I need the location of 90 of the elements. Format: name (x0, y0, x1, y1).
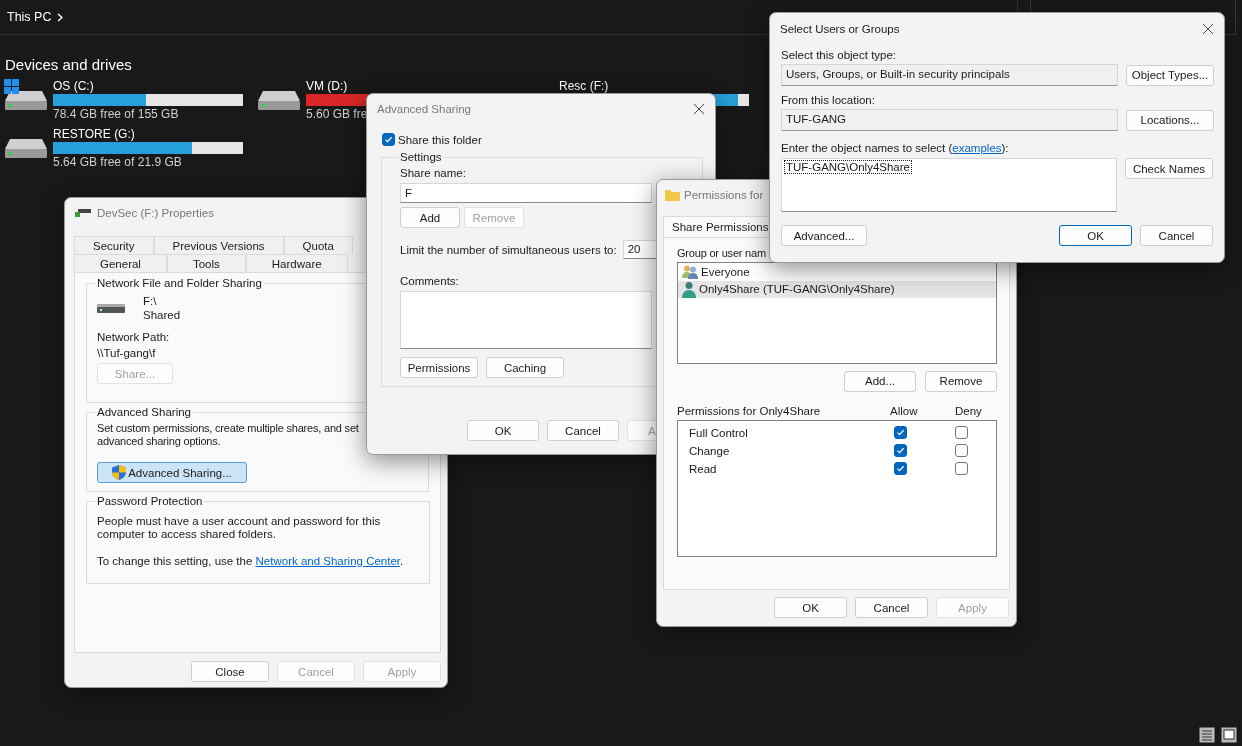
users-icon (682, 264, 698, 281)
dialog-button[interactable]: Cancel (547, 420, 619, 441)
group-title: Settings (399, 151, 443, 163)
advanced-button[interactable]: Advanced... (781, 225, 867, 246)
share-path: F:\ (143, 295, 158, 307)
button[interactable]: Add (400, 207, 460, 228)
network-path-label: Network Path: (97, 331, 171, 343)
dialog-button[interactable]: OK (774, 597, 847, 618)
user-icon (682, 280, 696, 298)
check-icon (384, 135, 393, 144)
group-title: Network File and Folder Sharing (96, 277, 263, 289)
description: Set custom permissions, create multiple shares, and set advanced sharing options. (97, 422, 360, 448)
allow-checkbox[interactable] (894, 462, 907, 476)
drive-free-space: 5.64 GB free of 21.9 GB (53, 155, 182, 169)
chevron-icon[interactable] (57, 12, 64, 22)
tab[interactable]: Quota (283, 236, 353, 254)
advanced-sharing-button[interactable]: Advanced Sharing... (97, 462, 247, 483)
field-label: Select this object type: (781, 49, 898, 61)
drive-name[interactable]: OS (C:) (53, 79, 94, 93)
hard-drive-icon (257, 90, 301, 111)
checkbox-label: Share this folder (398, 133, 482, 146)
window-title: Permissions for (684, 189, 764, 201)
field-label: Comments: (400, 275, 460, 287)
drive-icon (97, 302, 125, 314)
field-label: Limit the number of simultaneous users to: (400, 243, 617, 256)
object-type-field: Users, Groups, or Built-in security principals (781, 64, 1118, 86)
allow-checkbox[interactable] (894, 444, 907, 458)
close-icon[interactable] (693, 103, 705, 115)
system-drive-icon (4, 79, 48, 111)
tab[interactable]: Previous Versions (153, 236, 284, 254)
description: To change this setting, use the Network and Sharing Center. (97, 555, 405, 568)
ok-button[interactable]: OK (1059, 225, 1132, 246)
list-item[interactable]: Everyone (678, 263, 996, 281)
description: People must have a user account and password for this computer to access shared folders. (97, 515, 382, 541)
tab[interactable]: General (74, 254, 167, 272)
permission-name: Full Control (689, 426, 749, 439)
share-status: Shared (143, 309, 181, 321)
column-header: Deny (955, 404, 982, 417)
cancel-button[interactable]: Cancel (1140, 225, 1213, 246)
details-view-icon[interactable] (1199, 727, 1215, 743)
window-title: Select Users or Groups (780, 23, 900, 35)
typed-name: TUF-GANG\Only4Share (784, 160, 912, 174)
field-label: From this location: (781, 94, 876, 106)
location-field: TUF-GANG (781, 109, 1118, 131)
group-title: Password Protection (96, 495, 204, 507)
window-title: Advanced Sharing (377, 103, 471, 115)
column-header: Allow (890, 404, 919, 417)
button[interactable]: Permissions (400, 357, 478, 378)
object-names-field[interactable]: TUF-GANG\Only4Share (781, 158, 1117, 212)
checkbox[interactable] (382, 133, 395, 146)
close-icon[interactable] (1202, 23, 1214, 35)
network-path: \\Tuf-gang\f (97, 347, 157, 359)
locations-button[interactable]: Locations... (1126, 109, 1214, 131)
group-title: Advanced Sharing (96, 406, 192, 418)
allow-checkbox[interactable] (894, 426, 907, 440)
drive-name[interactable]: RESTORE (G:) (53, 127, 135, 141)
link[interactable]: examples (952, 142, 1002, 154)
button[interactable]: Remove (925, 370, 997, 392)
share-name-field[interactable]: F (400, 183, 652, 203)
list-item[interactable]: Only4Share (TUF-GANG\Only4Share) (678, 280, 996, 298)
hard-drive-icon (4, 138, 48, 159)
deny-checkbox[interactable] (955, 444, 968, 458)
permission-name: Change (689, 444, 731, 457)
check-names-button[interactable]: Check Names (1125, 158, 1213, 179)
tab[interactable]: Hardware (245, 254, 348, 272)
folder-icon (665, 189, 680, 201)
object-types-button[interactable]: Object Types... (1126, 64, 1214, 86)
deny-checkbox[interactable] (955, 426, 968, 440)
link[interactable]: Network and Sharing Center (255, 555, 400, 567)
drive-icon (75, 208, 91, 218)
breadcrumb[interactable]: This PC (7, 10, 52, 24)
button[interactable]: Caching (486, 357, 564, 378)
drive-name[interactable]: VM (D:) (306, 79, 348, 93)
tab[interactable]: Tools (166, 254, 246, 272)
comments-field[interactable] (400, 291, 652, 349)
tab[interactable]: Security (74, 236, 154, 254)
dialog-button[interactable]: OK (467, 420, 539, 441)
window-title: DevSec (F:) Properties (97, 207, 214, 219)
permission-name: Read (689, 462, 718, 475)
dialog-button[interactable]: Cancel (855, 597, 928, 618)
deny-checkbox[interactable] (955, 462, 968, 476)
dialog-button[interactable]: Close (191, 661, 269, 682)
list-label: Permissions for Only4Share (677, 404, 822, 417)
drive-name[interactable]: Resc (F:) (559, 79, 609, 93)
tiles-view-icon[interactable] (1221, 727, 1237, 743)
drive-free-space: 78.4 GB free of 155 GB (53, 107, 179, 121)
field-label: Enter the object names to select (examples): (781, 142, 1010, 155)
shield-icon (112, 465, 127, 480)
button[interactable]: Add... (844, 370, 916, 392)
field-label: Share name: (400, 167, 467, 179)
